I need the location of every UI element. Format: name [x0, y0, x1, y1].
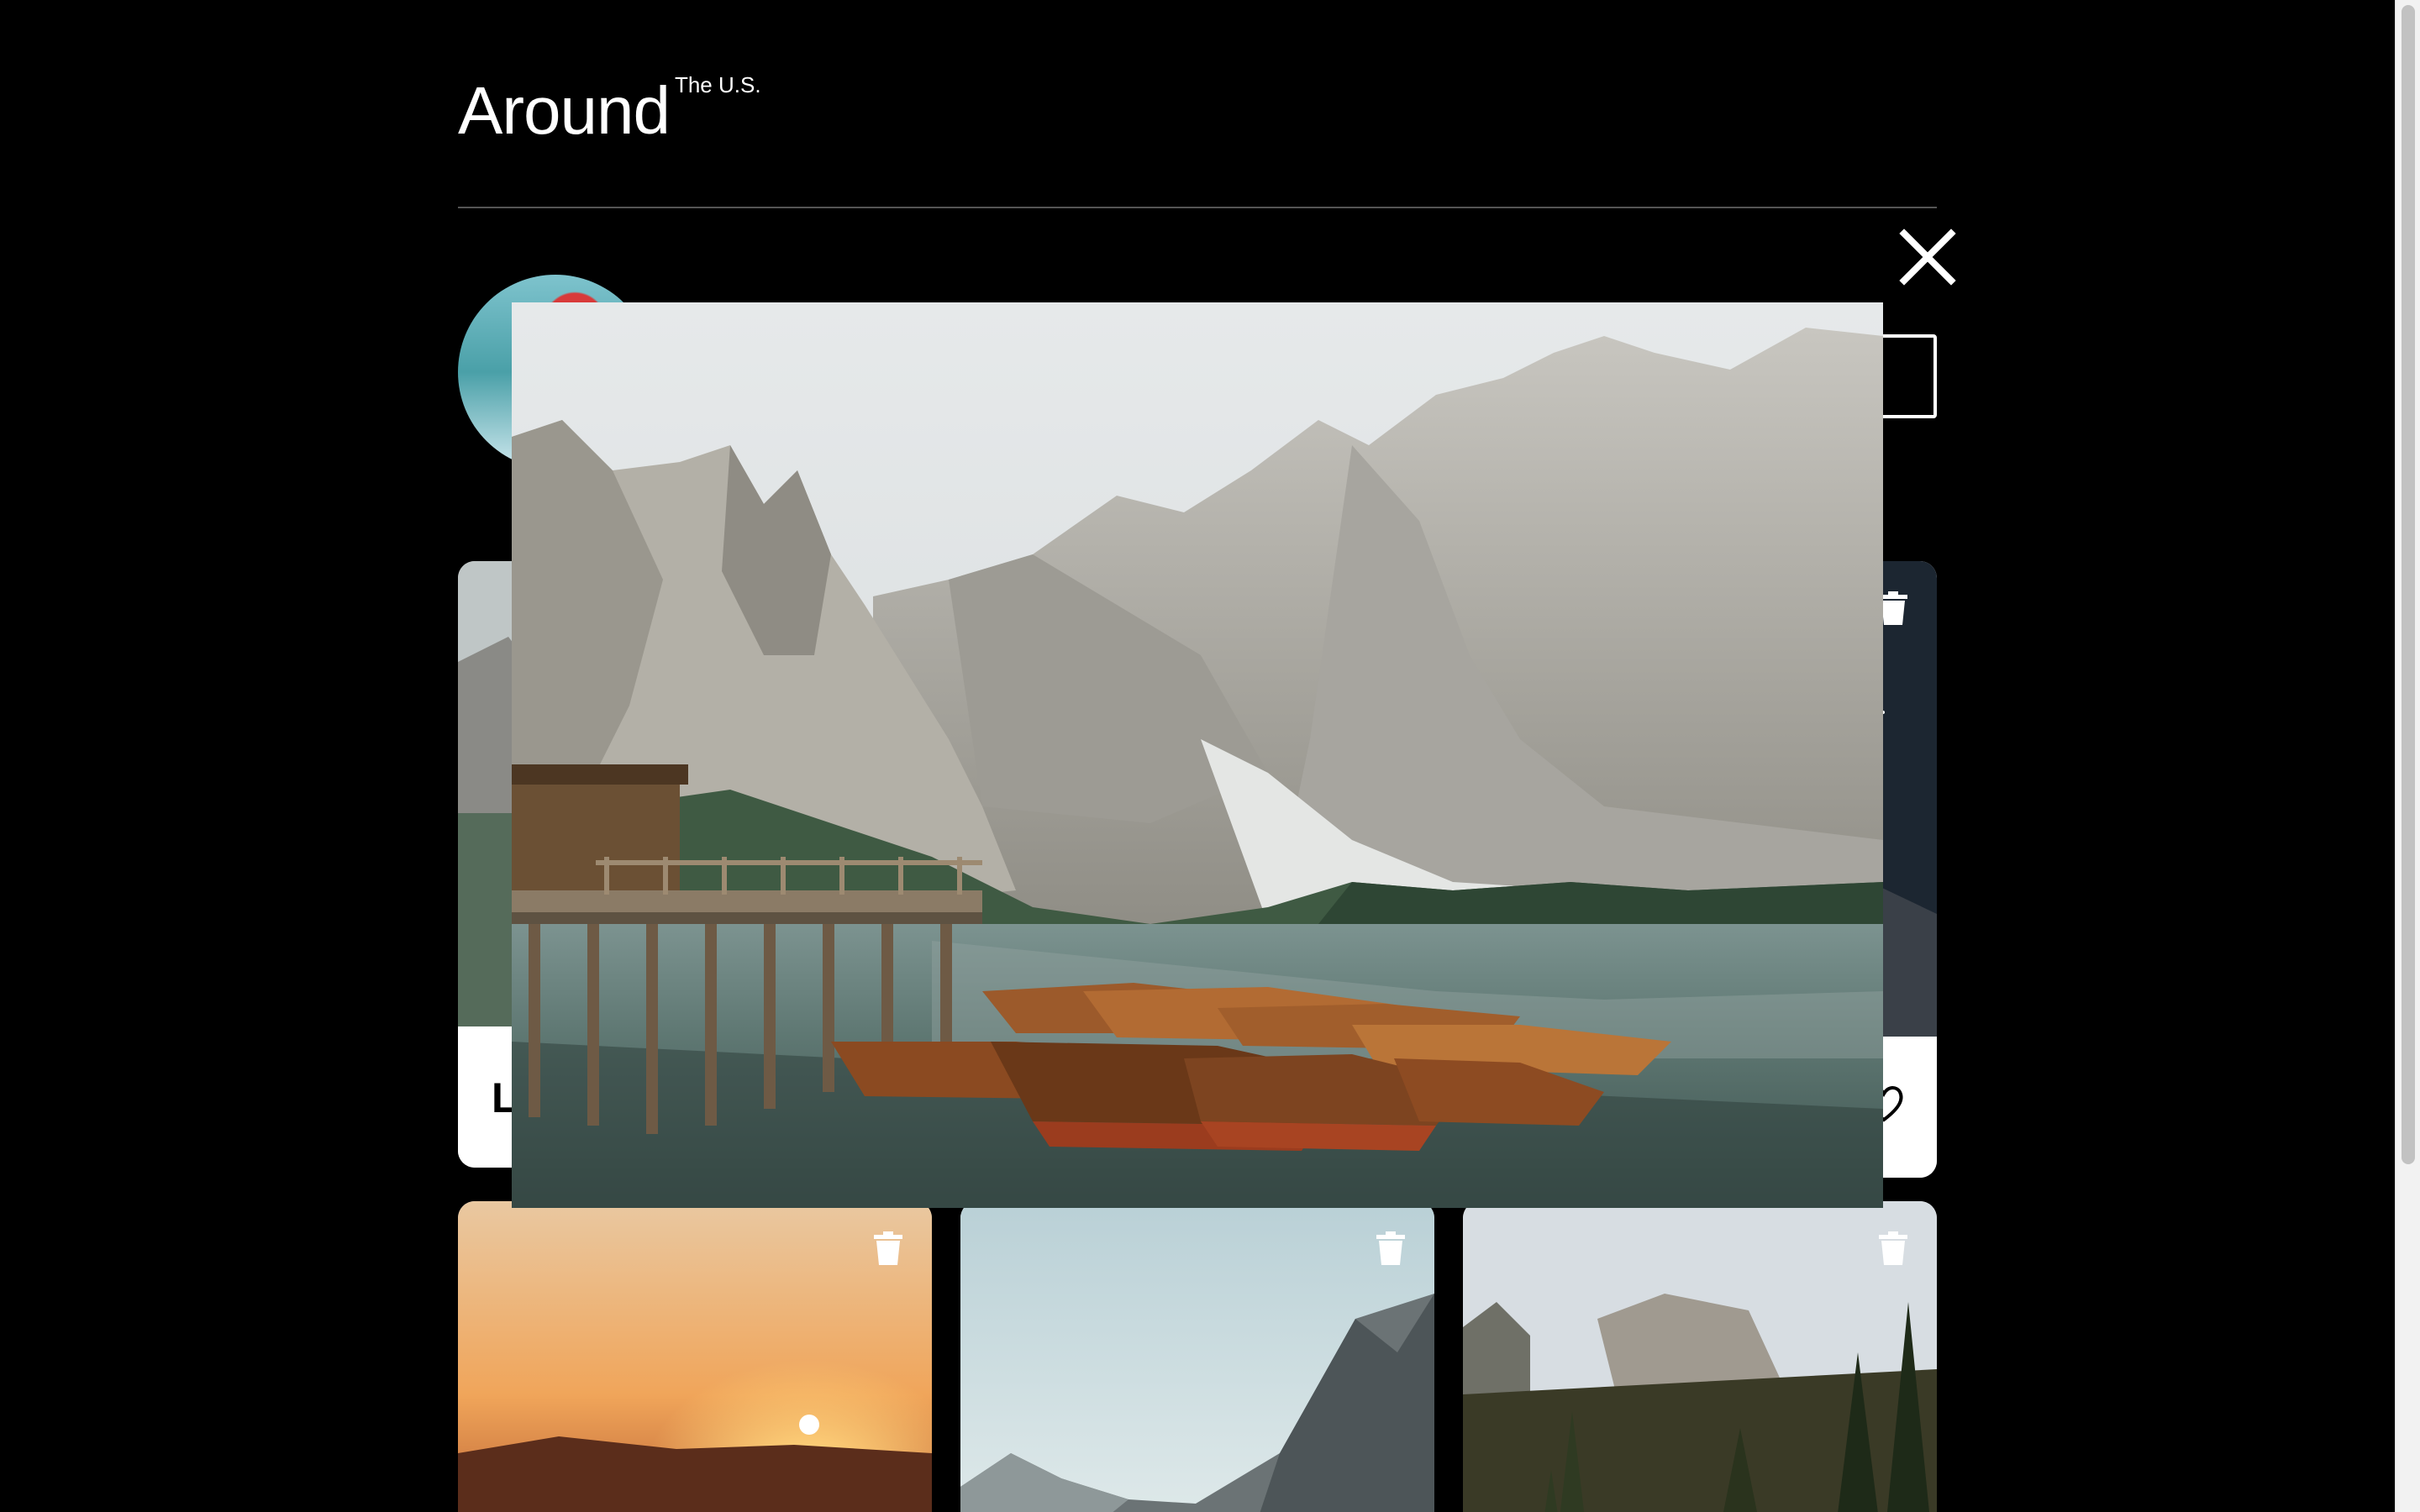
page: Around The U.S. L: [0, 0, 2420, 1512]
scrollbar-thumb[interactable]: [2402, 5, 2415, 1164]
popup-image: [512, 302, 1883, 1208]
image-popup: [0, 0, 2420, 1512]
page-scrollbar[interactable]: [2395, 0, 2420, 1512]
close-icon[interactable]: [1897, 227, 1958, 287]
